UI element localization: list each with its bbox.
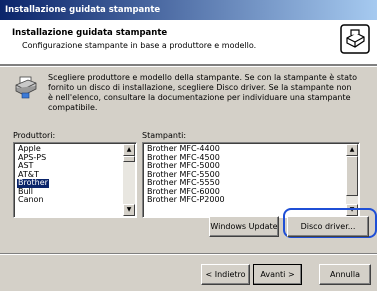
footer-divider bbox=[0, 253, 377, 255]
title-bar: Installazione guidata stampante bbox=[0, 0, 377, 20]
manufacturers-label: Produttori: bbox=[13, 131, 56, 140]
manufacturers-scrollbar[interactable]: ▲ ▼ bbox=[123, 144, 135, 216]
printers-listbox[interactable]: Brother MFC-4400 Brother MFC-4500 Brothe… bbox=[142, 142, 360, 218]
windows-update-button[interactable]: Windows Update bbox=[209, 216, 279, 237]
window-title: Installazione guidata stampante bbox=[5, 5, 161, 15]
wizard-window: Installazione guidata stampante Installa… bbox=[0, 0, 377, 291]
scroll-down-arrow-icon[interactable]: ▼ bbox=[123, 204, 135, 216]
manufacturers-listbox[interactable]: Apple APS-PS AST AT&T Brother Bull Canon… bbox=[13, 142, 137, 218]
printer-wizard-icon bbox=[340, 24, 370, 54]
printers-scrollbar[interactable]: ▲ ▼ bbox=[346, 144, 358, 216]
printer-item[interactable]: Brother MFC-P2000 bbox=[146, 195, 226, 205]
manufacturers-list: Apple APS-PS AST AT&T Brother Bull Canon bbox=[17, 144, 49, 205]
cancel-button[interactable]: Annulla bbox=[319, 264, 371, 285]
printers-list: Brother MFC-4400 Brother MFC-4500 Brothe… bbox=[146, 144, 226, 205]
instructions-text: Scegliere produttore e modello della sta… bbox=[48, 73, 357, 112]
scroll-up-arrow-icon[interactable]: ▲ bbox=[123, 144, 135, 156]
scroll-up-arrow-icon[interactable]: ▲ bbox=[346, 144, 358, 156]
header-title: Installazione guidata stampante bbox=[12, 28, 168, 38]
disk-driver-button[interactable]: Disco driver... bbox=[287, 216, 369, 237]
header-divider bbox=[0, 65, 377, 67]
manufacturer-item[interactable]: Canon bbox=[17, 195, 49, 205]
header-subtitle: Configurazione stampante in base a produ… bbox=[22, 41, 257, 50]
manufacturers-scroll-thumb[interactable] bbox=[123, 156, 135, 162]
next-button[interactable]: Avanti > bbox=[253, 264, 302, 285]
printers-label: Stampanti: bbox=[142, 131, 187, 140]
back-button[interactable]: < Indietro bbox=[201, 264, 250, 285]
printers-scroll-thumb[interactable] bbox=[346, 156, 358, 196]
wizard-header: Installazione guidata stampante Configur… bbox=[0, 20, 377, 65]
printer-install-icon bbox=[15, 76, 37, 99]
